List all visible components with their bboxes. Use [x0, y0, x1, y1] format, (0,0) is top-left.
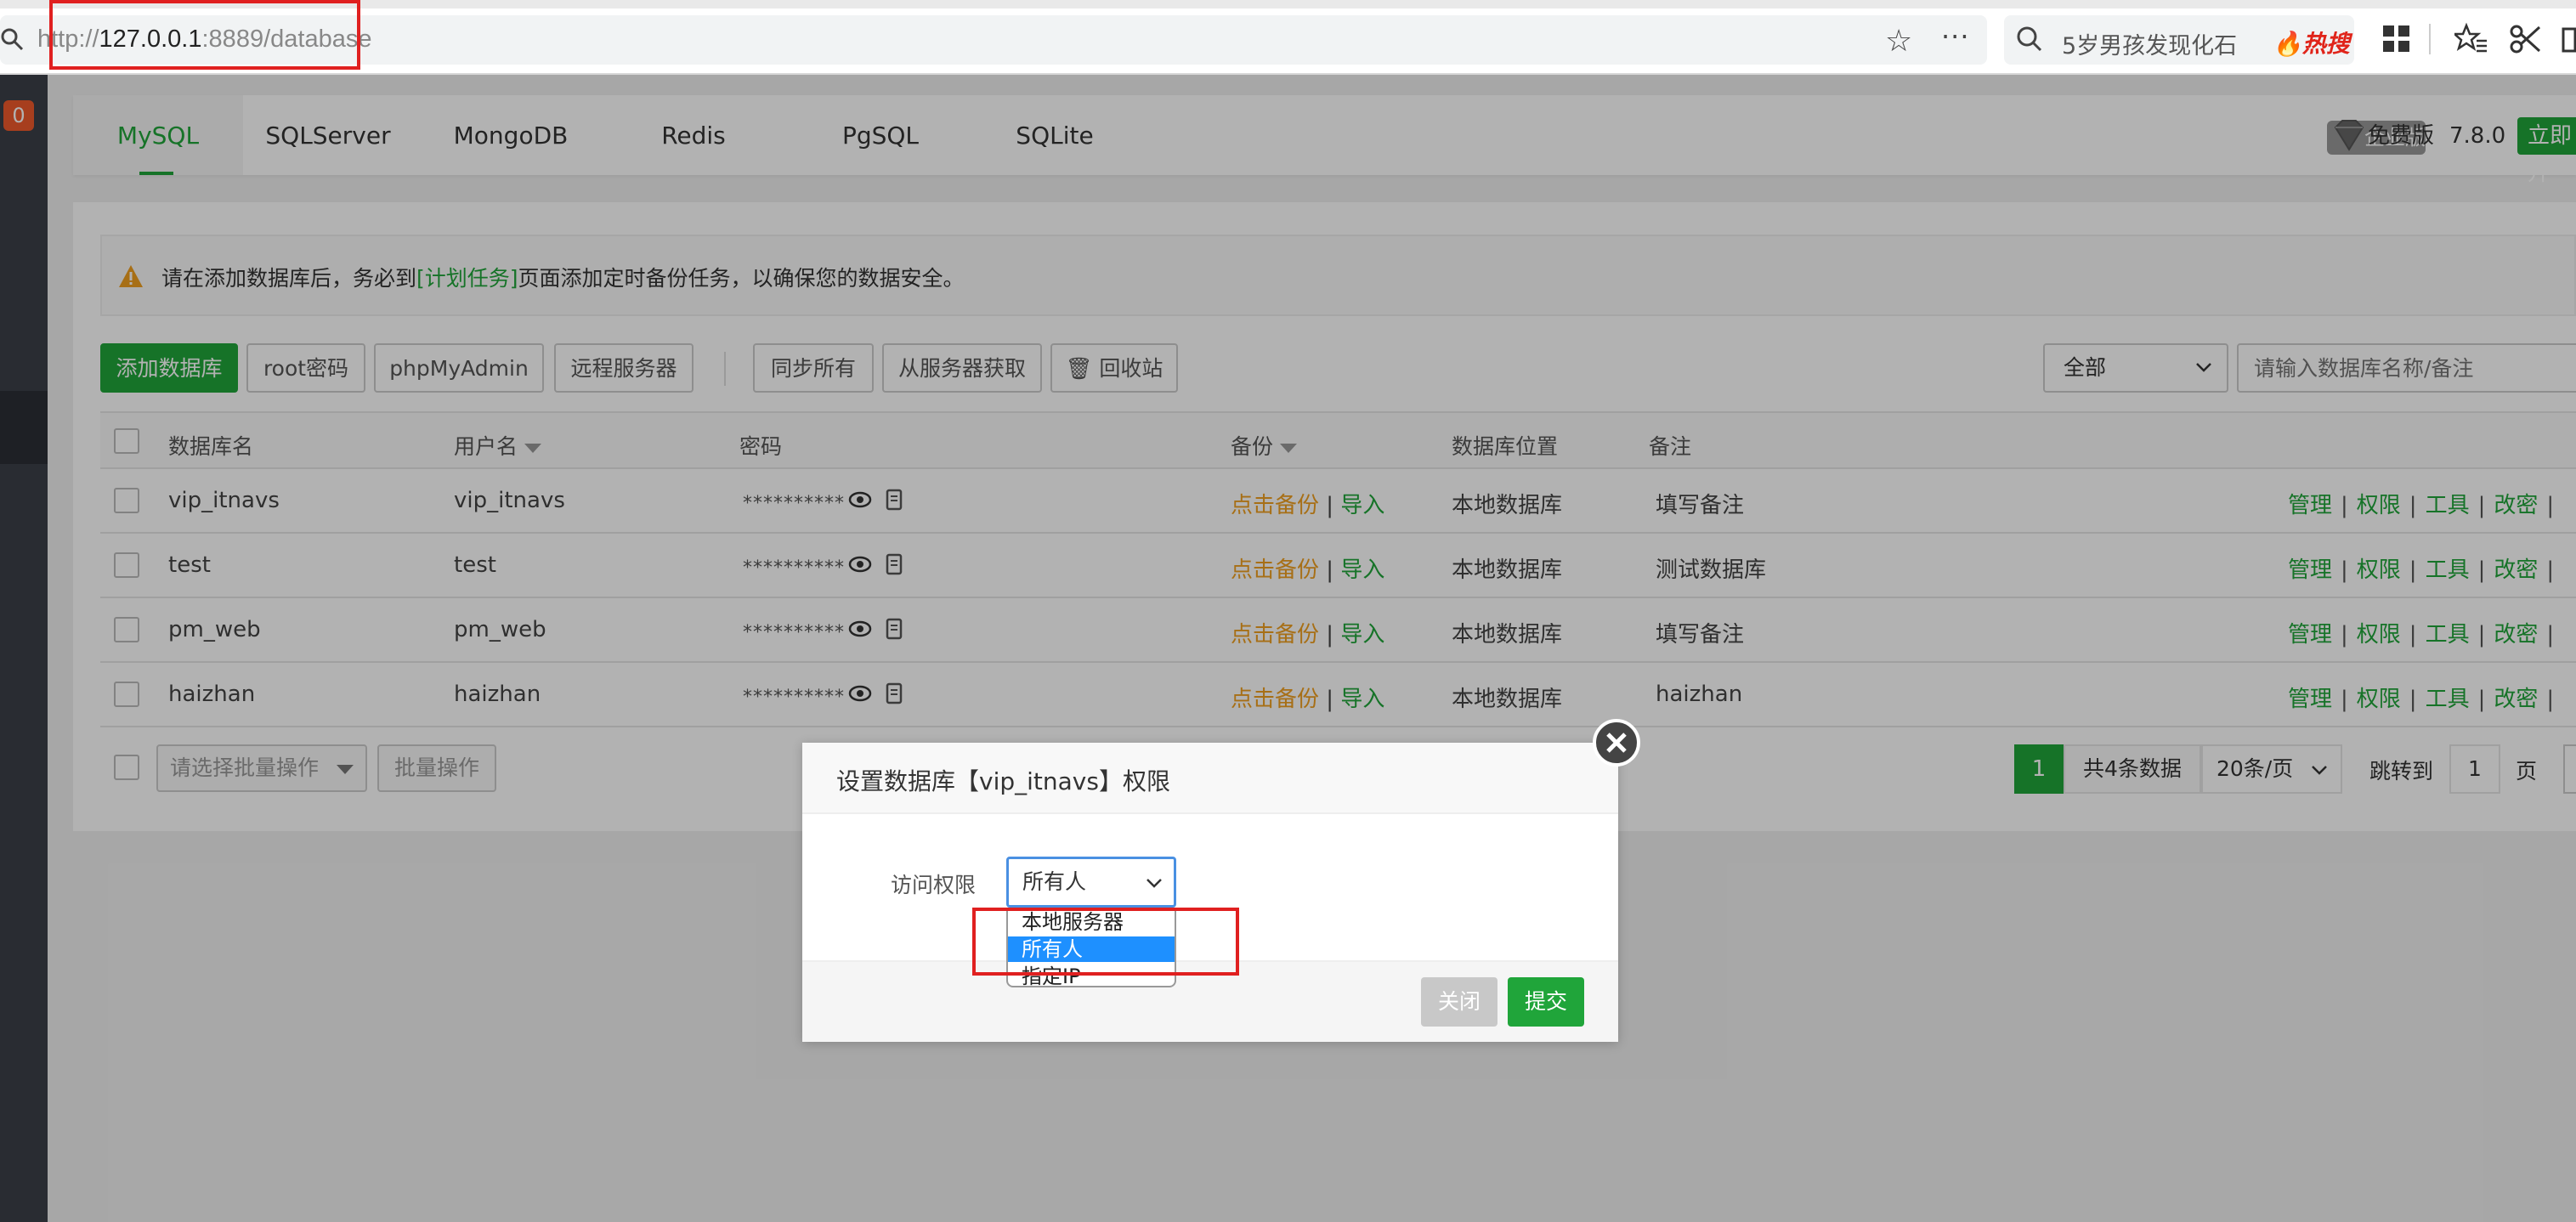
dialog-title: 设置数据库【vip_itnavs】权限 — [836, 767, 1170, 795]
browser-search-box[interactable]: 5岁男孩发现化石 🔥热搜 — [2004, 15, 2354, 65]
chevron-down-icon — [1146, 879, 1162, 888]
search-icon — [1, 28, 24, 51]
hot-search-label[interactable]: 🔥热搜 — [2273, 25, 2350, 59]
access-label: 访问权限 — [891, 873, 977, 897]
extension-icon[interactable] — [2560, 22, 2576, 56]
bookmark-star-icon[interactable]: ☆ — [1885, 24, 1912, 59]
close-button[interactable]: 关闭 — [1421, 977, 1497, 1027]
permission-dialog: 设置数据库【vip_itnavs】权限 访问权限 所有人 关闭 提交 — [802, 719, 1640, 1042]
url-highlight-box — [49, 0, 360, 70]
toolbar-divider — [2429, 24, 2431, 54]
option-highlight-box — [972, 908, 1239, 976]
scissors-icon[interactable] — [2509, 22, 2543, 56]
dialog-header: 设置数据库【vip_itnavs】权限 — [802, 743, 1618, 814]
modal-overlay[interactable] — [0, 75, 2576, 1222]
tab-strip — [0, 0, 2576, 8]
favorites-icon[interactable] — [2454, 22, 2488, 56]
apps-grid-icon[interactable] — [2380, 22, 2414, 56]
submit-button[interactable]: 提交 — [1508, 977, 1584, 1027]
search-suggestion: 5岁男孩发现化石 — [2062, 33, 2238, 59]
search-icon — [2017, 26, 2042, 52]
access-select[interactable]: 所有人 — [1006, 857, 1176, 908]
browser-toolbar: http://127.0.0.1:8889/database ☆ ··· 5岁男… — [0, 0, 2576, 75]
more-icon[interactable]: ··· — [1941, 20, 1970, 53]
close-icon[interactable] — [1591, 717, 1642, 768]
